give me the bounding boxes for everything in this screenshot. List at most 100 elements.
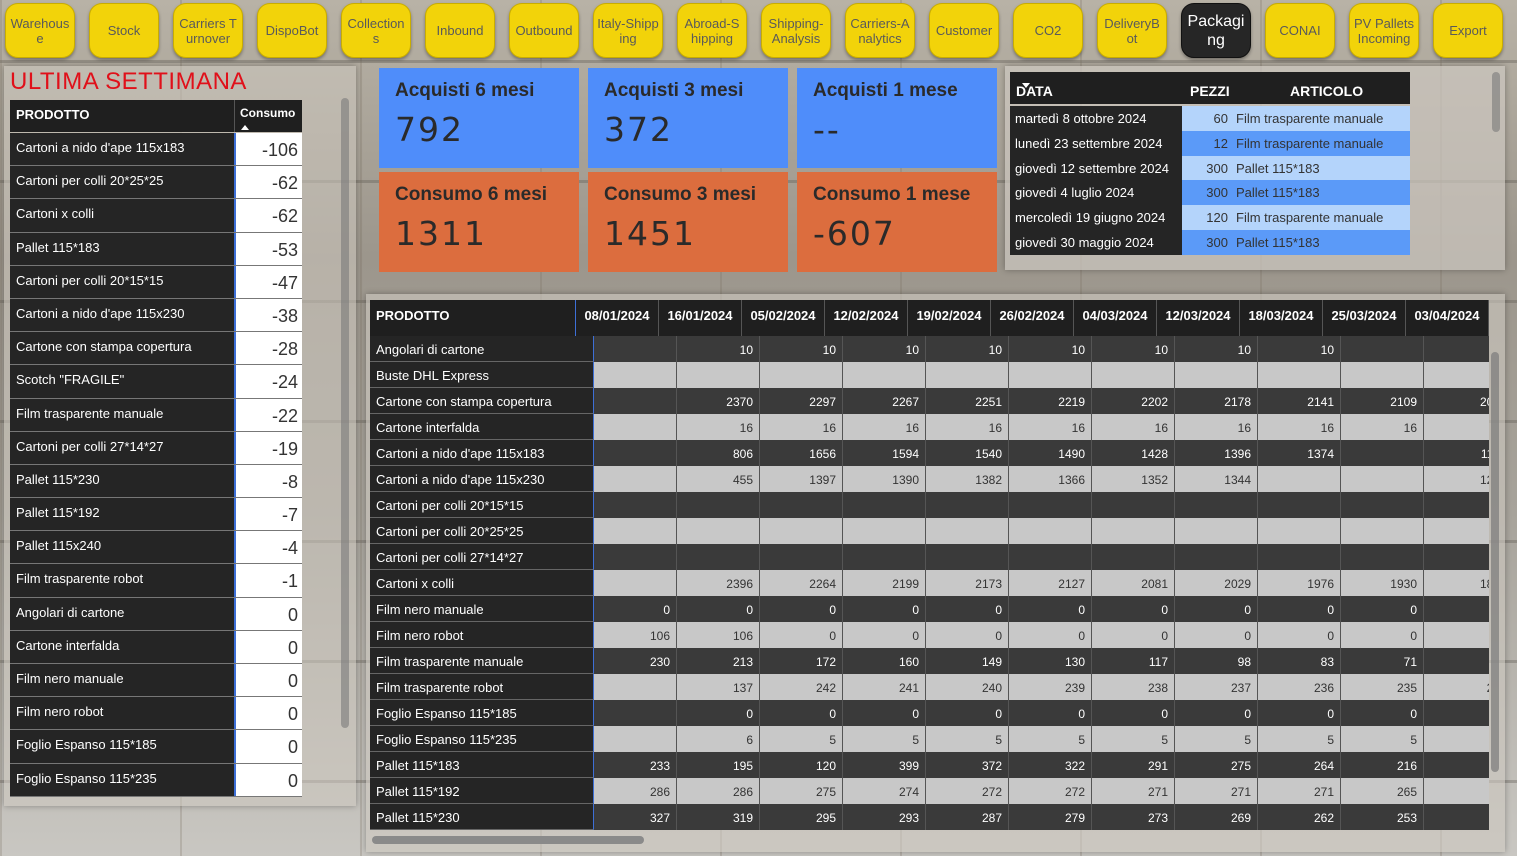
column-header-date[interactable]: 19/02/2024 [908,300,991,336]
table-row[interactable]: Film trasparente manuale -22 [10,398,302,432]
table-row[interactable]: Pallet 115x240 -4 [10,531,302,565]
nav-button-packaging[interactable]: Packaging [1181,3,1251,58]
table-row[interactable]: Cartoni a nido d'ape 115x183 806 1656 1594 1… [370,440,1489,466]
table-row[interactable]: Cartoni a nido d'ape 115x230 -38 [10,298,302,333]
nav-button-inbound[interactable]: Inbound [425,3,495,58]
table-row[interactable]: Cartoni per colli 20*15*15 -47 [10,265,302,299]
table-row[interactable]: Cartoni per colli 20*25*25 -62 [10,166,302,200]
vertical-scrollbar[interactable] [1491,352,1499,772]
column-header-date[interactable]: 05/02/2024 [742,300,825,336]
nav-button-dispobot[interactable]: DispoBot [257,3,327,58]
column-header-date[interactable]: 25/03/2024 [1323,300,1406,336]
column-header-date[interactable]: 03/04/2024 [1406,300,1489,336]
table-row[interactable]: Pallet 115*230 -8 [10,464,302,499]
column-header-product[interactable]: PRODOTTO [370,300,576,336]
table-row[interactable]: Cartoni a nido d'ape 115x230 455 1397 1390 1… [370,466,1489,492]
column-header-date[interactable]: 16/01/2024 [659,300,742,336]
table-row[interactable]: Cartone interfalda 16 16 16 16 16 16 16 16 16 [370,414,1489,440]
nav-button-co2[interactable]: CO2 [1013,3,1083,58]
table-row[interactable]: Cartoni per colli 20*15*15 [370,492,1489,518]
table-row[interactable]: lunedì 23 settembre 2024 12 Film trasparen… [1010,130,1410,156]
nav-button-warehouse[interactable]: Warehouse [5,3,75,58]
matrix-cell: 239 [1009,674,1092,700]
nav-button-deliverybot[interactable]: DeliveryBot [1097,3,1167,58]
nav-button-stock[interactable]: Stock [89,3,159,58]
nav-button-outbound[interactable]: Outbound [509,3,579,58]
table-row[interactable]: mercoledì 19 giugno 2024 120 Film traspare… [1010,205,1410,230]
table-row[interactable]: Buste DHL Express [370,362,1489,388]
matrix-cell [760,544,843,570]
table-row[interactable]: Cartoni per colli 20*25*25 [370,518,1489,544]
table-row[interactable]: Angolari di cartone 0 [10,597,302,631]
vertical-scrollbar[interactable] [341,98,349,728]
column-header-date[interactable]: 04/03/2024 [1074,300,1157,336]
matrix-cell: 10 [1009,336,1092,362]
matrix-cell [1009,544,1092,570]
nav-button-conai[interactable]: CONAI [1265,3,1335,58]
product-name: Film nero manuale [10,664,234,697]
nav-button-export[interactable]: Export [1433,3,1503,58]
matrix-cell: 1656 [760,440,843,466]
column-header-articolo[interactable]: ARTICOLO [1290,83,1363,99]
consumo-value: 0 [234,664,302,697]
nav-button-carriers-analytics[interactable]: Carriers-Analytics [845,3,915,58]
table-row[interactable]: Foglio Espanso 115*235 6 5 5 5 5 5 5 5 5 [370,726,1489,752]
table-row[interactable]: Cartoni x colli 2396 2264 2199 2173 2127 2081 2… [370,570,1489,596]
table-row[interactable]: giovedì 30 maggio 2024 300 Pallet 115*183 [1010,229,1410,255]
column-header-date[interactable]: 12/03/2024 [1157,300,1240,336]
table-row[interactable]: Pallet 115*230 327 319 295 293 287 279 273 269 26… [370,804,1489,830]
table-row[interactable]: Pallet 115*183 233 195 120 399 372 322 291 275 26… [370,752,1489,778]
nav-button-abroad-shipping[interactable]: Abroad-Shipping [677,3,747,58]
column-header-date[interactable]: 12/02/2024 [825,300,908,336]
table-row[interactable]: martedì 8 ottobre 2024 60 Film trasparente… [1010,106,1410,131]
table-row[interactable]: Foglio Espanso 115*185 0 [10,730,302,764]
table-row[interactable]: Foglio Espanso 115*185 0 0 0 0 0 0 0 0 0 [370,700,1489,726]
product-name: Cartone interfalda [370,414,594,440]
table-row[interactable]: Film nero robot 106 106 0 0 0 0 0 0 0 0 [370,622,1489,648]
table-row[interactable]: Film trasparente manuale 230 213 172 160 149 1… [370,648,1489,674]
nav-button-shipping-analysis[interactable]: Shipping-Analysis [761,3,831,58]
matrix-cell [1424,700,1489,726]
matrix-cell: 806 [677,440,760,466]
table-row[interactable]: Cartone con stampa copertura 2370 2297 2267… [370,388,1489,414]
table-row[interactable]: Cartoni a nido d'ape 115x183 -106 [10,133,302,167]
table-row[interactable]: Pallet 115*192 286 286 275 274 272 272 271 271 27… [370,778,1489,804]
column-header-date[interactable]: 08/01/2024 [576,300,659,336]
product-name: Cartoni per colli 20*15*15 [370,492,594,518]
table-row[interactable]: Cartoni per colli 27*14*27 [370,544,1489,570]
table-row[interactable]: Pallet 115*183 -53 [10,232,302,266]
table-row[interactable]: Foglio Espanso 115*235 0 [10,763,302,797]
matrix-cell [1424,518,1489,544]
nav-button-collections[interactable]: Collections [341,3,411,58]
matrix-cell: 16 [843,414,926,440]
column-header-pezzi[interactable]: PEZZI [1190,83,1230,99]
table-row[interactable]: Angolari di cartone10101010101010101 [370,336,1489,362]
table-row[interactable]: Film trasparente robot -1 [10,564,302,598]
table-row[interactable]: Film nero robot 0 [10,697,302,731]
vertical-scrollbar[interactable] [1492,72,1500,132]
nav-button-carriers-turnover[interactable]: Carriers Turnover [173,3,243,58]
table-row[interactable]: giovedì 12 settembre 2024 300 Pallet 115*1… [1010,155,1410,181]
matrix-cell: 274 [843,778,926,804]
nav-button-italy-shipping[interactable]: Italy-Shipping [593,3,663,58]
table-row[interactable]: giovedì 4 luglio 2024 300 Pallet 115*183 [1010,180,1410,206]
table-row[interactable]: Cartoni x colli -62 [10,199,302,233]
table-row[interactable]: Film trasparente robot 137 242 241 240 239 238… [370,674,1489,700]
column-header-consumo[interactable]: Consumo [234,100,302,132]
matrix-cell [926,544,1009,570]
nav-button-customer[interactable]: Customer [929,3,999,58]
matrix-cell: 16 [1175,414,1258,440]
table-row[interactable]: Pallet 115*192 -7 [10,498,302,532]
table-row[interactable]: Cartone interfalda 0 [10,630,302,664]
table-row[interactable]: Cartoni per colli 27*14*27 -19 [10,431,302,465]
horizontal-scrollbar[interactable] [372,836,644,844]
table-row[interactable]: Film nero manuale 0 [10,664,302,698]
table-row[interactable]: Scotch "FRAGILE" -24 [10,365,302,399]
product-name: Buste DHL Express [370,362,594,388]
nav-button-pv-pallets-incoming[interactable]: PV Pallets Incoming [1349,3,1419,58]
column-header-product[interactable]: PRODOTTO [10,100,234,132]
table-row[interactable]: Film nero manuale 0 0 0 0 0 0 0 0 0 0 [370,596,1489,622]
table-row[interactable]: Cartone con stampa copertura -28 [10,332,302,366]
column-header-date[interactable]: 18/03/2024 [1240,300,1323,336]
column-header-date[interactable]: 26/02/2024 [991,300,1074,336]
